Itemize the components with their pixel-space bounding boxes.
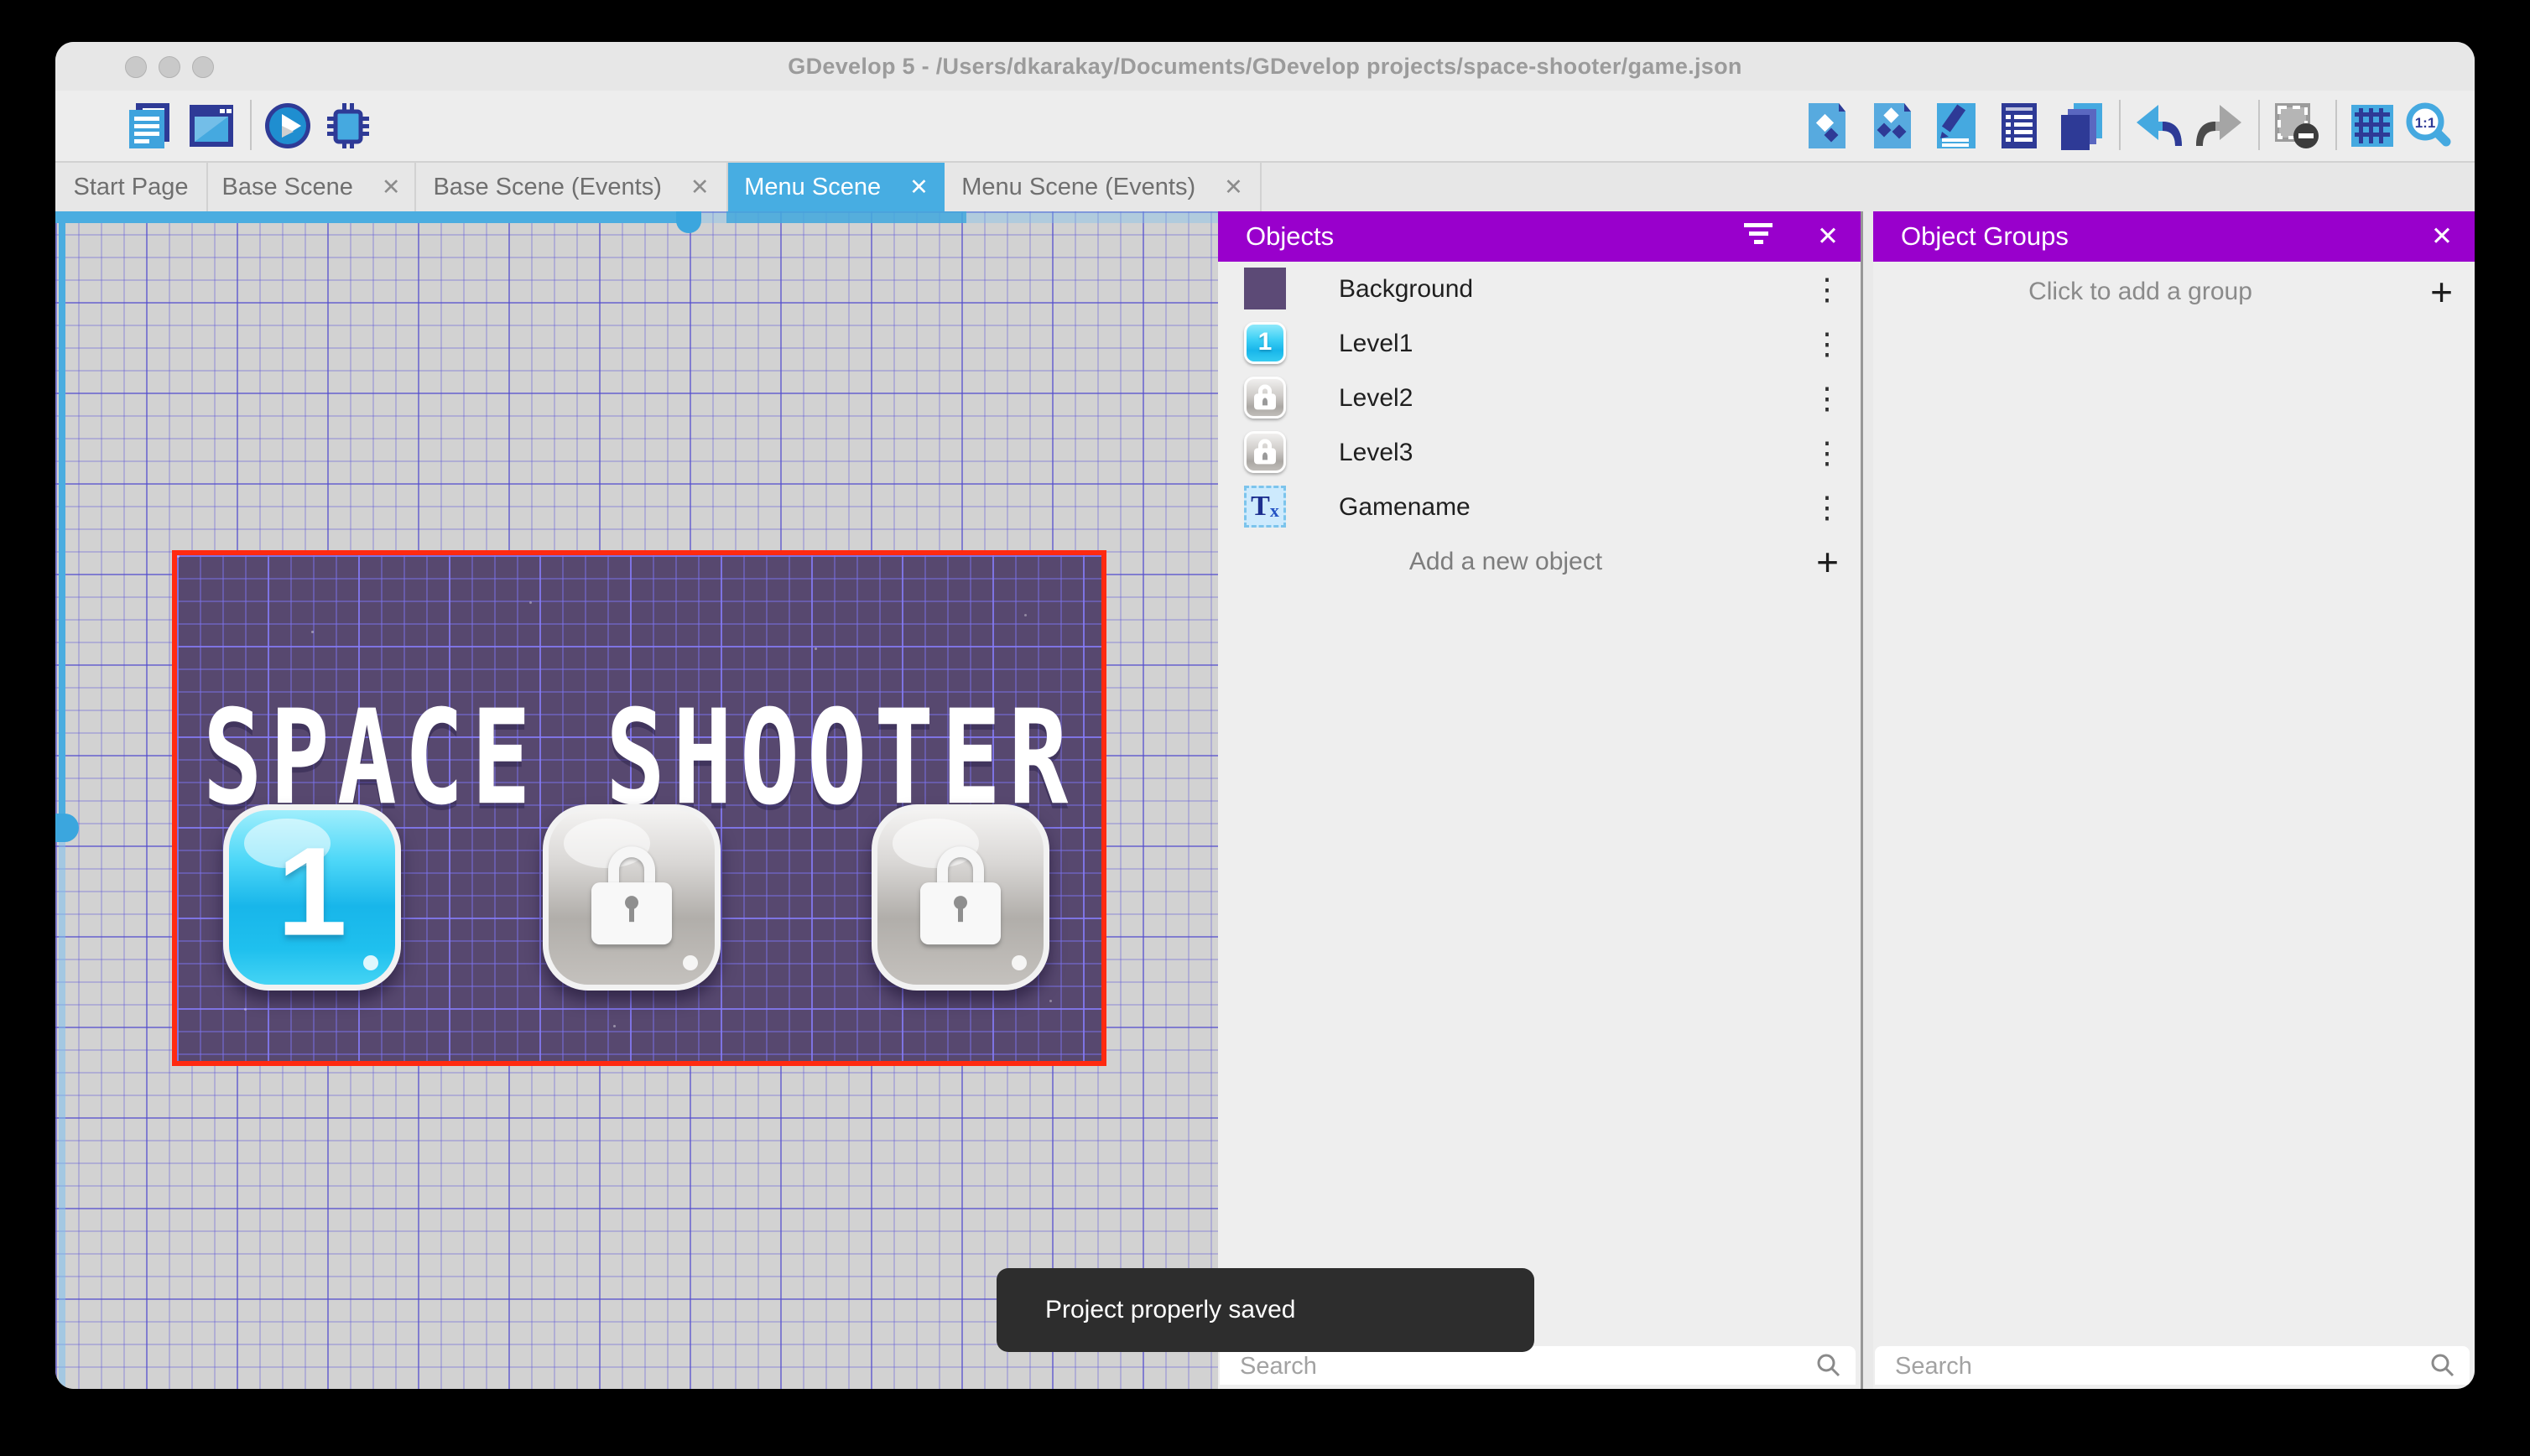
object-groups-toggle-icon[interactable] — [1867, 101, 1916, 150]
toast-message: Project properly saved — [1045, 1296, 1296, 1323]
svg-text:1:1: 1:1 — [2415, 115, 2436, 131]
close-tab-icon[interactable]: ✕ — [382, 174, 401, 200]
plus-icon: + — [2430, 270, 2453, 314]
tab-bar: Start Page Base Scene ✕ Base Scene (Event… — [55, 163, 2475, 211]
vertical-scrollbar[interactable] — [59, 840, 65, 1389]
gdevelop-window: GDevelop 5 - /Users/dkarakay/Documents/G… — [55, 42, 2475, 1389]
close-tab-icon[interactable]: ✕ — [1224, 174, 1243, 200]
object-row-background[interactable]: Background ⋮ — [1218, 262, 1861, 318]
tab-base-scene-events[interactable]: Base Scene (Events) ✕ — [416, 163, 728, 211]
text-object-thumbnail: Tx — [1244, 486, 1286, 528]
close-object-groups-panel-icon[interactable]: ✕ — [2431, 221, 2453, 252]
level1-button-instance[interactable]: 1 — [223, 804, 401, 991]
object-groups-panel-header: Object Groups ✕ — [1873, 211, 2475, 262]
kebab-menu-icon[interactable]: ⋮ — [1812, 326, 1842, 361]
add-new-object-button[interactable]: Add a new object + — [1218, 534, 1861, 589]
panel-divider[interactable] — [1861, 211, 1873, 1389]
objects-panel-toggle-icon[interactable] — [1802, 101, 1851, 150]
objects-panel: Objects ✕ Background ⋮ 1 Level1 ⋮ Level2… — [1218, 211, 1861, 1389]
vertical-scrollbar-segment[interactable] — [59, 211, 65, 817]
toolbar-separator — [250, 100, 252, 150]
object-row-level3[interactable]: Level3 ⋮ — [1218, 425, 1861, 481]
redo-icon[interactable] — [2196, 101, 2245, 150]
kebab-menu-icon[interactable]: ⋮ — [1812, 381, 1842, 416]
kebab-menu-icon[interactable]: ⋮ — [1812, 490, 1842, 525]
search-icon — [1815, 1352, 1842, 1379]
tab-start-page[interactable]: Start Page — [55, 163, 208, 211]
level3-button-instance[interactable] — [872, 804, 1049, 991]
object-row-level2[interactable]: Level2 ⋮ — [1218, 371, 1861, 427]
filter-icon[interactable] — [1743, 223, 1773, 250]
objects-search-input[interactable] — [1238, 1346, 1687, 1386]
tab-menu-scene[interactable]: Menu Scene ✕ — [728, 163, 945, 211]
toolbar-separator — [2258, 100, 2260, 150]
save-toast: Project properly saved — [997, 1268, 1534, 1352]
title-bar[interactable]: GDevelop 5 - /Users/dkarakay/Documents/G… — [55, 42, 2475, 91]
objects-panel-header: Objects ✕ — [1218, 211, 1861, 262]
preview-icon[interactable] — [263, 101, 312, 150]
horizontal-scrollbar-thumb[interactable] — [726, 211, 966, 223]
close-tab-icon[interactable]: ✕ — [690, 174, 710, 200]
background-thumbnail — [1244, 268, 1286, 309]
level2-thumbnail — [1244, 377, 1286, 419]
scene-stars-decoration — [177, 555, 180, 558]
tab-menu-scene-events[interactable]: Menu Scene (Events) ✕ — [945, 163, 1262, 211]
scene-editor-icon[interactable] — [188, 101, 237, 150]
object-groups-panel: Object Groups ✕ Click to add a group + — [1873, 211, 2475, 1389]
level2-button-instance[interactable] — [543, 804, 721, 991]
toolbar-separator — [2119, 100, 2121, 150]
lock-icon — [920, 846, 1001, 945]
horizontal-scroll-marker[interactable] — [676, 211, 701, 233]
lock-icon — [591, 846, 672, 945]
add-group-button[interactable]: Click to add a group + — [1873, 262, 2475, 322]
properties-icon[interactable] — [1932, 101, 1981, 150]
plus-icon: + — [1816, 539, 1839, 584]
toolbar-separator — [2335, 100, 2337, 150]
object-row-level1[interactable]: 1 Level1 ⋮ — [1218, 316, 1861, 372]
zoom-1-1-icon[interactable]: 1:1 — [2404, 101, 2453, 150]
project-manager-icon[interactable] — [126, 101, 174, 150]
undo-icon[interactable] — [2133, 101, 2182, 150]
close-tab-icon[interactable]: ✕ — [909, 174, 929, 200]
kebab-menu-icon[interactable]: ⋮ — [1812, 272, 1842, 307]
grid-icon[interactable] — [2348, 101, 2397, 150]
window-title: GDevelop 5 - /Users/dkarakay/Documents/G… — [788, 54, 1742, 79]
kebab-menu-icon[interactable]: ⋮ — [1812, 435, 1842, 471]
menu-scene-background-instance[interactable]: SPACE SHOOTER 1 — [172, 550, 1106, 1066]
close-objects-panel-icon[interactable]: ✕ — [1817, 221, 1839, 252]
groups-search-input[interactable] — [1893, 1346, 2314, 1386]
instances-list-icon[interactable] — [1995, 101, 2043, 150]
groups-search-bar — [1875, 1346, 2470, 1386]
objects-panel-title: Objects — [1246, 221, 1335, 251]
toolbar: 1:1 — [55, 91, 2475, 163]
debug-icon[interactable] — [324, 101, 372, 150]
scene-editor-canvas[interactable]: SPACE SHOOTER 1 570;437 — [55, 211, 1218, 1389]
object-groups-panel-title: Object Groups — [1901, 221, 2069, 251]
vertical-scroll-marker[interactable] — [55, 814, 79, 842]
level1-thumbnail: 1 — [1244, 322, 1286, 364]
level3-thumbnail — [1244, 431, 1286, 473]
layers-icon[interactable] — [2057, 101, 2106, 150]
horizontal-scrollbar-segment[interactable] — [55, 211, 688, 223]
deselect-icon[interactable] — [2272, 101, 2320, 150]
tab-base-scene[interactable]: Base Scene ✕ — [208, 163, 416, 211]
search-icon — [2429, 1352, 2456, 1379]
object-row-gamename[interactable]: Tx Gamename ⋮ — [1218, 480, 1861, 536]
